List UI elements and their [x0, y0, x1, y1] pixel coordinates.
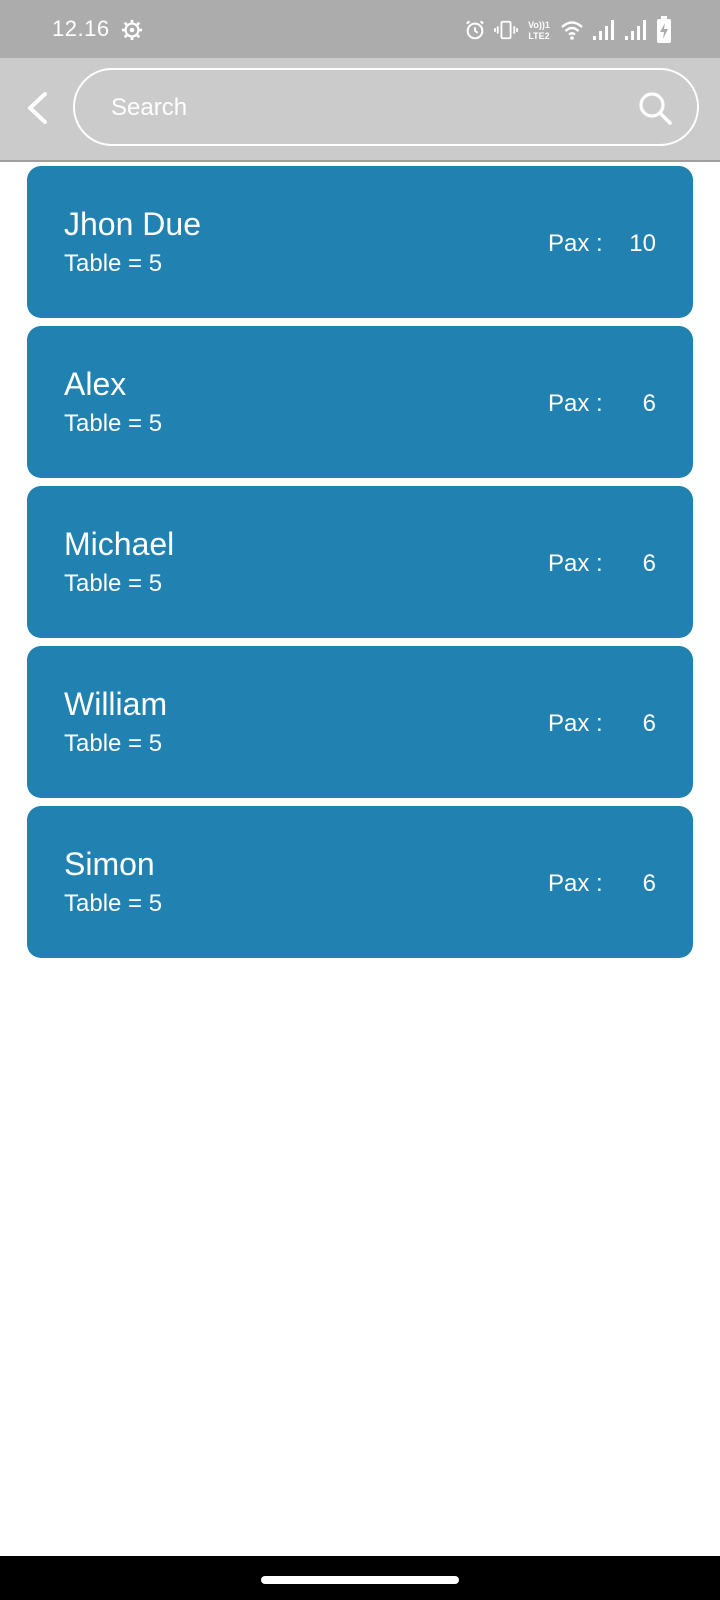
guest-table: Table = 5	[64, 410, 163, 437]
signal-1-icon	[593, 20, 614, 40]
settings-icon	[121, 19, 143, 41]
pax-label: Pax :	[548, 710, 603, 737]
guest-name: Simon	[64, 846, 155, 882]
guest-card-william[interactable]: William Table = 5 Pax : 6	[27, 646, 693, 798]
guest-card-michael[interactable]: Michael Table = 5 Pax : 6	[27, 486, 693, 638]
guest-table: Table = 5	[64, 730, 163, 757]
pax-value: 6	[642, 390, 656, 417]
guest-name: Alex	[64, 366, 127, 402]
status-icons: Vo))1 LTE2	[464, 16, 672, 44]
app-header	[0, 58, 720, 162]
svg-text:LTE2: LTE2	[528, 31, 549, 41]
home-indicator[interactable]	[261, 1576, 459, 1584]
status-bar: 12.16 Vo))1 LTE2	[0, 0, 720, 58]
svg-text:Vo))1: Vo))1	[528, 20, 550, 30]
guest-table: Table = 5	[64, 890, 163, 917]
volte-icon: Vo))1 LTE2	[528, 20, 550, 41]
wifi-icon	[561, 21, 583, 40]
pax-label: Pax :	[548, 390, 603, 417]
guest-card-simon[interactable]: Simon Table = 5 Pax : 6	[27, 806, 693, 958]
guest-card-jhon-due[interactable]: Jhon Due Table = 5 Pax : 10	[27, 166, 693, 318]
guest-card-alex[interactable]: Alex Table = 5 Pax : 6	[27, 326, 693, 478]
pax-label: Pax :	[548, 550, 603, 577]
battery-charging-icon	[657, 16, 671, 43]
pax-label: Pax :	[548, 870, 603, 897]
guest-name: William	[64, 686, 168, 722]
pax-value: 6	[642, 710, 656, 737]
signal-2-icon	[625, 20, 646, 40]
alarm-icon	[466, 20, 484, 40]
guest-list: Jhon Due Table = 5 Pax : 10 Alex Table =…	[27, 166, 693, 966]
status-time: 12.16	[52, 16, 110, 41]
guest-table: Table = 5	[64, 250, 163, 277]
guest-name: Jhon Due	[64, 206, 201, 242]
chevron-left-icon[interactable]	[18, 84, 58, 132]
search-input[interactable]	[109, 70, 613, 146]
guest-name: Michael	[64, 526, 175, 562]
guest-table: Table = 5	[64, 570, 163, 597]
search-box[interactable]	[73, 68, 699, 146]
vibrate-icon	[494, 20, 518, 40]
search-icon[interactable]	[637, 90, 673, 126]
pax-value: 10	[629, 230, 656, 257]
pax-value: 6	[642, 870, 656, 897]
pax-value: 6	[642, 550, 656, 577]
pax-label: Pax :	[548, 230, 603, 257]
